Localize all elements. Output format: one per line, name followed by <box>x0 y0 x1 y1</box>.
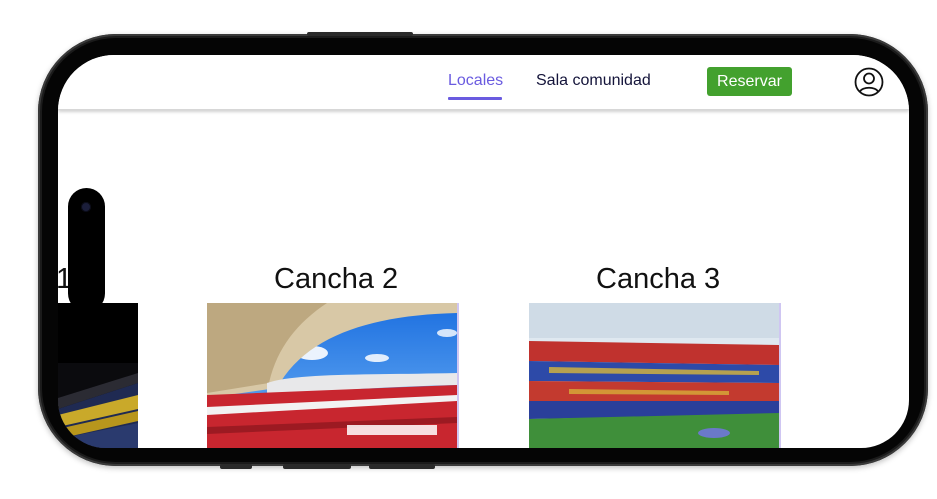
court-title: Cancha 3 <box>596 263 721 295</box>
court-title: Cancha 2 <box>274 263 399 295</box>
nav-link-sala-comunidad[interactable]: Sala comunidad <box>536 72 651 90</box>
phone-side-button <box>220 464 252 469</box>
court-image[interactable] <box>529 303 781 448</box>
court-image[interactable] <box>207 303 459 448</box>
court-image[interactable] <box>58 303 138 448</box>
phone-side-button <box>307 32 413 36</box>
phone-camera-island <box>68 188 105 312</box>
phone-volume-button <box>369 464 435 469</box>
camera-lens-icon <box>81 202 91 212</box>
active-tab-indicator <box>448 97 502 100</box>
reserve-button[interactable]: Reservar <box>707 67 792 96</box>
nav-link-locales[interactable]: Locales <box>448 72 503 90</box>
phone-volume-button <box>283 464 351 469</box>
user-circle-icon[interactable] <box>854 67 884 97</box>
top-navbar: Locales Sala comunidad Reservar <box>58 55 909 110</box>
app-screen: Locales Sala comunidad Reservar 1 Cancha… <box>58 55 909 448</box>
